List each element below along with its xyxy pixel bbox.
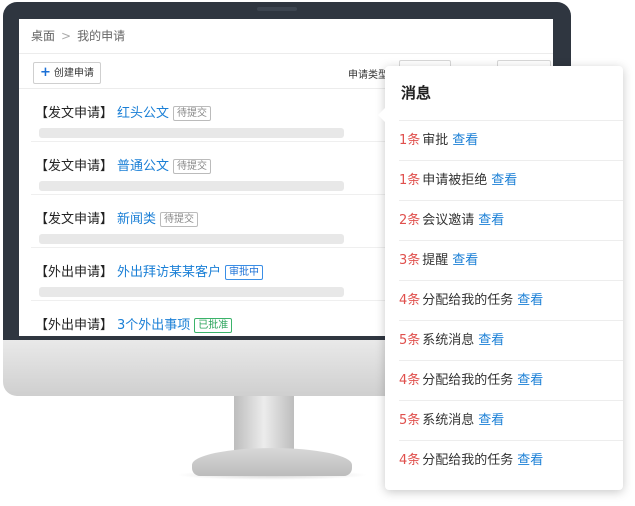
- breadcrumb-current: 我的申请: [77, 29, 126, 43]
- message-text: 分配给我的任务: [422, 373, 514, 388]
- plus-icon: +: [40, 65, 51, 80]
- message-item: 4条 分配给我的任务 查看: [399, 440, 623, 480]
- status-badge: 待提交: [160, 212, 199, 227]
- content-placeholder-bar: [39, 234, 344, 244]
- status-badge: 审批中: [225, 265, 264, 280]
- create-application-button[interactable]: + 创建申请: [33, 62, 101, 84]
- breadcrumb-home[interactable]: 桌面: [31, 29, 55, 43]
- create-application-label: 创建申请: [53, 68, 94, 79]
- application-type: 【发文申请】: [35, 159, 114, 174]
- application-type: 【外出申请】: [35, 265, 114, 280]
- status-badge: 待提交: [173, 159, 212, 174]
- message-count: 1条: [399, 133, 421, 148]
- message-text: 系统消息: [422, 333, 475, 348]
- application-title-link[interactable]: 3个外出事项: [117, 318, 190, 333]
- message-text: 申请被拒绝: [422, 173, 488, 188]
- filter-type-label: 申请类型: [348, 70, 388, 81]
- message-count: 5条: [399, 333, 421, 348]
- message-count: 3条: [399, 253, 421, 268]
- view-link[interactable]: 查看: [478, 213, 504, 228]
- application-type: 【发文申请】: [35, 106, 114, 121]
- message-text: 分配给我的任务: [422, 453, 514, 468]
- content-placeholder-bar: [39, 181, 344, 191]
- application-title-link[interactable]: 新闻类: [117, 212, 156, 227]
- message-panel-title: 消息: [401, 84, 432, 102]
- view-link[interactable]: 查看: [517, 293, 543, 308]
- view-link[interactable]: 查看: [517, 373, 543, 388]
- message-count: 1条: [399, 173, 421, 188]
- breadcrumb: 桌面 > 我的申请: [19, 19, 553, 54]
- message-count: 2条: [399, 213, 421, 228]
- application-title-link[interactable]: 红头公文: [117, 106, 169, 121]
- message-item: 2条 会议邀请 查看: [399, 200, 623, 240]
- view-link[interactable]: 查看: [478, 413, 504, 428]
- monitor-camera: [257, 7, 297, 11]
- message-item: 4条 分配给我的任务 查看: [399, 280, 623, 320]
- application-title-link[interactable]: 普通公文: [117, 159, 169, 174]
- status-badge: 待提交: [173, 106, 212, 121]
- message-count: 4条: [399, 373, 421, 388]
- message-text: 会议邀请: [422, 213, 475, 228]
- message-text: 提醒: [422, 253, 449, 268]
- popover-arrow: [378, 108, 385, 122]
- message-item: 1条 申请被拒绝 查看: [399, 160, 623, 200]
- application-title-link[interactable]: 外出拜访某某客户: [117, 265, 221, 280]
- message-count: 4条: [399, 453, 421, 468]
- view-link[interactable]: 查看: [491, 173, 517, 188]
- message-item: 4条 分配给我的任务 查看: [399, 360, 623, 400]
- monitor-stand-base: [192, 448, 352, 476]
- status-badge: 已批准: [194, 318, 233, 333]
- message-item: 5条 系统消息 查看: [399, 320, 623, 360]
- monitor-stand-neck: [234, 396, 294, 452]
- application-type: 【发文申请】: [35, 212, 114, 227]
- content-placeholder-bar: [39, 128, 344, 138]
- message-item: 1条 审批 查看: [399, 120, 623, 160]
- view-link[interactable]: 查看: [452, 133, 478, 148]
- message-count: 5条: [399, 413, 421, 428]
- view-link[interactable]: 查看: [517, 453, 543, 468]
- message-text: 系统消息: [422, 413, 475, 428]
- message-item: 5条 系统消息 查看: [399, 400, 623, 440]
- breadcrumb-separator: >: [61, 29, 72, 43]
- application-type: 【外出申请】: [35, 318, 114, 333]
- message-text: 审批: [422, 133, 449, 148]
- message-item: 3条 提醒 查看: [399, 240, 623, 280]
- view-link[interactable]: 查看: [452, 253, 478, 268]
- view-link[interactable]: 查看: [478, 333, 504, 348]
- content-placeholder-bar: [39, 287, 344, 297]
- message-text: 分配给我的任务: [422, 293, 514, 308]
- message-panel: 消息 1条 审批 查看 1条 申请被拒绝 查看 2条 会议邀请 查看 3条 提醒 查看 4条 分配…: [378, 66, 623, 490]
- message-list: 1条 审批 查看 1条 申请被拒绝 查看 2条 会议邀请 查看 3条 提醒 查看 4条 分配给我的…: [385, 120, 623, 480]
- message-count: 4条: [399, 293, 421, 308]
